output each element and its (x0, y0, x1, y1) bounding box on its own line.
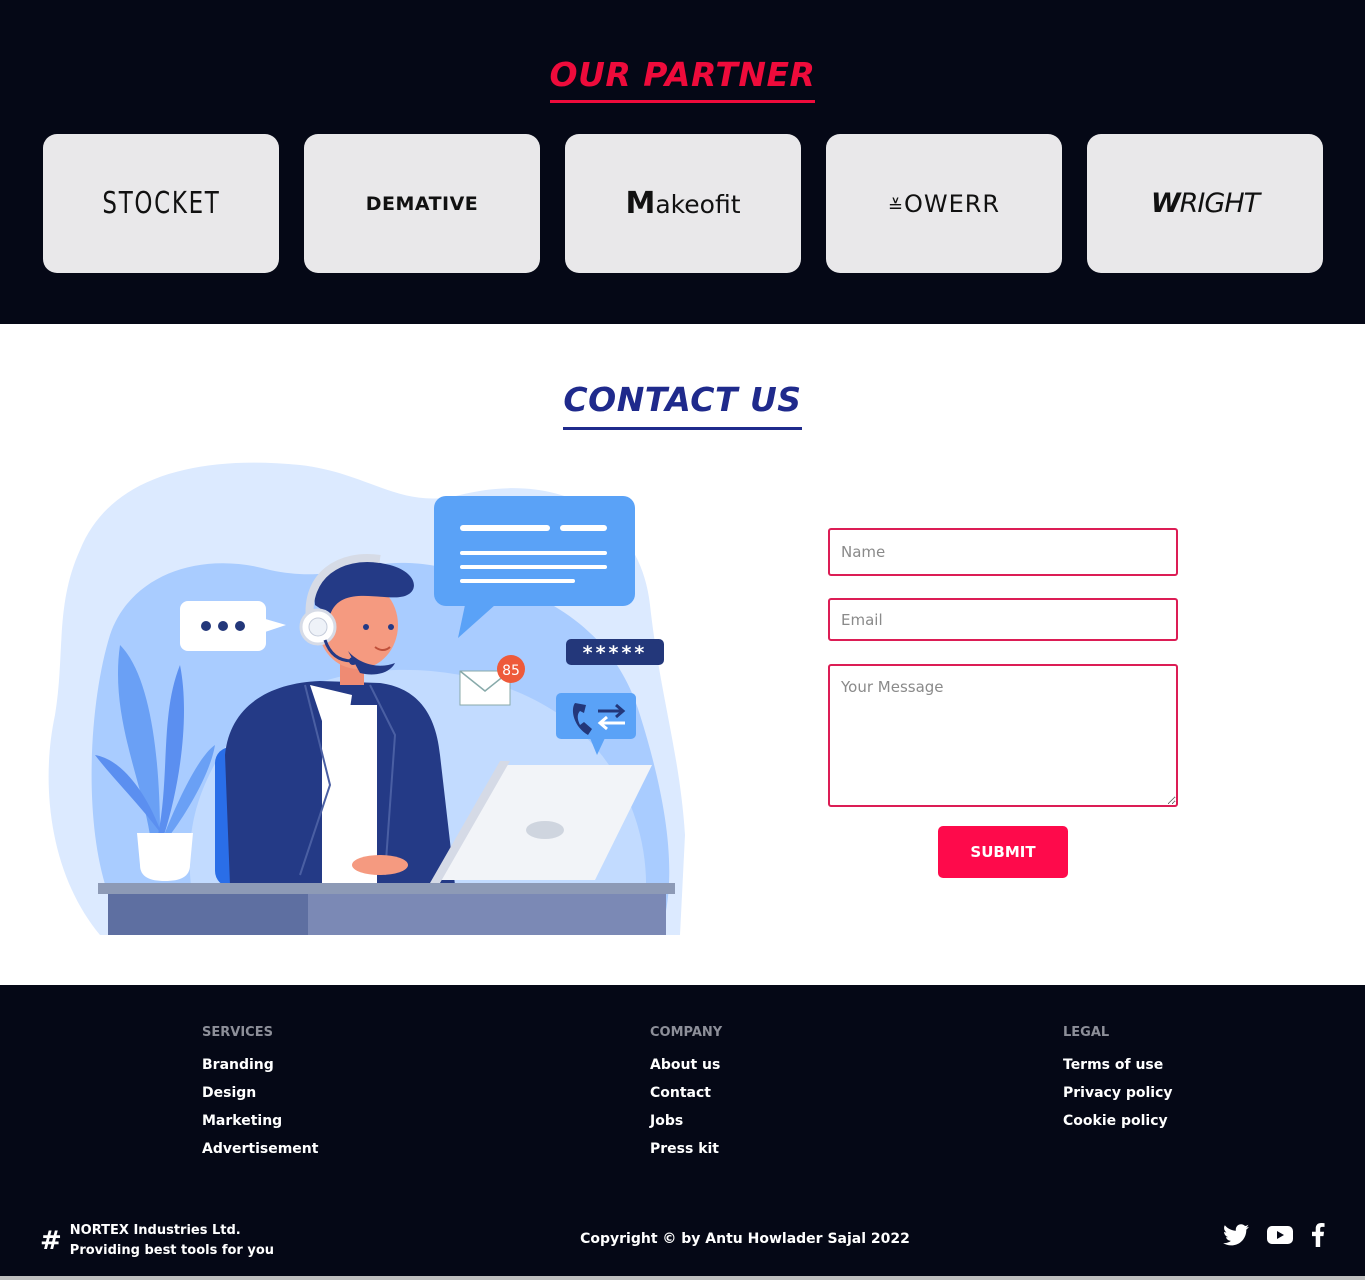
partner-section: OUR PARTNER STOCKET DEMATIVE Makeofit ≚O… (0, 0, 1365, 324)
svg-text:*****: ***** (583, 642, 648, 664)
footer: SERVICES Branding Design Marketing Adver… (0, 985, 1365, 1280)
twitter-icon[interactable] (1223, 1224, 1249, 1246)
social-links (1223, 1223, 1325, 1247)
footer-link-cookie[interactable]: Cookie policy (1063, 1112, 1173, 1130)
stocket-logo: STOCKET (101, 186, 221, 221)
partner-logo-wright[interactable]: WRIGHT (1087, 134, 1323, 273)
svg-text:85: 85 (502, 663, 520, 679)
message-textarea[interactable] (828, 664, 1178, 807)
footer-link-branding[interactable]: Branding (202, 1056, 318, 1074)
partner-logo-makeofit[interactable]: Makeofit (565, 134, 801, 273)
email-input[interactable] (828, 598, 1178, 641)
footer-column-company: COMPANY About us Contact Jobs Press kit (650, 1025, 722, 1168)
footer-column-services: SERVICES Branding Design Marketing Adver… (202, 1025, 318, 1168)
owerr-logo: ≚OWERR (887, 189, 1001, 218)
demative-logo: DEMATIVE (365, 192, 479, 215)
support-agent-illustration: ***** 85 (48, 462, 686, 935)
footer-heading-legal: LEGAL (1063, 1025, 1110, 1040)
bottom-scrollbar (0, 1276, 1365, 1280)
partner-logo-stocket[interactable]: STOCKET (43, 134, 279, 273)
facebook-icon[interactable] (1311, 1223, 1325, 1247)
wright-logo: WRIGHT (1150, 188, 1260, 219)
footer-heading-company: COMPANY (650, 1025, 723, 1040)
contact-title: CONTACT US (0, 380, 1365, 430)
footer-link-about-us[interactable]: About us (650, 1056, 722, 1074)
makeofit-logo: Makeofit (625, 186, 741, 221)
partner-title: OUR PARTNER (0, 55, 1365, 103)
footer-link-design[interactable]: Design (202, 1084, 318, 1102)
partner-logo-demative[interactable]: DEMATIVE (304, 134, 540, 273)
footer-column-legal: LEGAL Terms of use Privacy policy Cookie… (1063, 1025, 1173, 1140)
partner-logo-owerr[interactable]: ≚OWERR (826, 134, 1062, 273)
footer-heading-services: SERVICES (202, 1025, 273, 1040)
youtube-icon[interactable] (1267, 1225, 1293, 1245)
footer-link-contact[interactable]: Contact (650, 1084, 722, 1102)
name-input[interactable] (828, 528, 1178, 576)
footer-link-advertisement[interactable]: Advertisement (202, 1140, 318, 1158)
footer-link-privacy[interactable]: Privacy policy (1063, 1084, 1173, 1102)
footer-link-press-kit[interactable]: Press kit (650, 1140, 722, 1158)
copyright-text: Copyright © by Antu Howlader Sajal 2022 (580, 1231, 910, 1247)
footer-link-marketing[interactable]: Marketing (202, 1112, 318, 1130)
footer-link-jobs[interactable]: Jobs (650, 1112, 722, 1130)
submit-button[interactable]: SUBMIT (938, 826, 1068, 878)
footer-link-terms[interactable]: Terms of use (1063, 1056, 1173, 1074)
